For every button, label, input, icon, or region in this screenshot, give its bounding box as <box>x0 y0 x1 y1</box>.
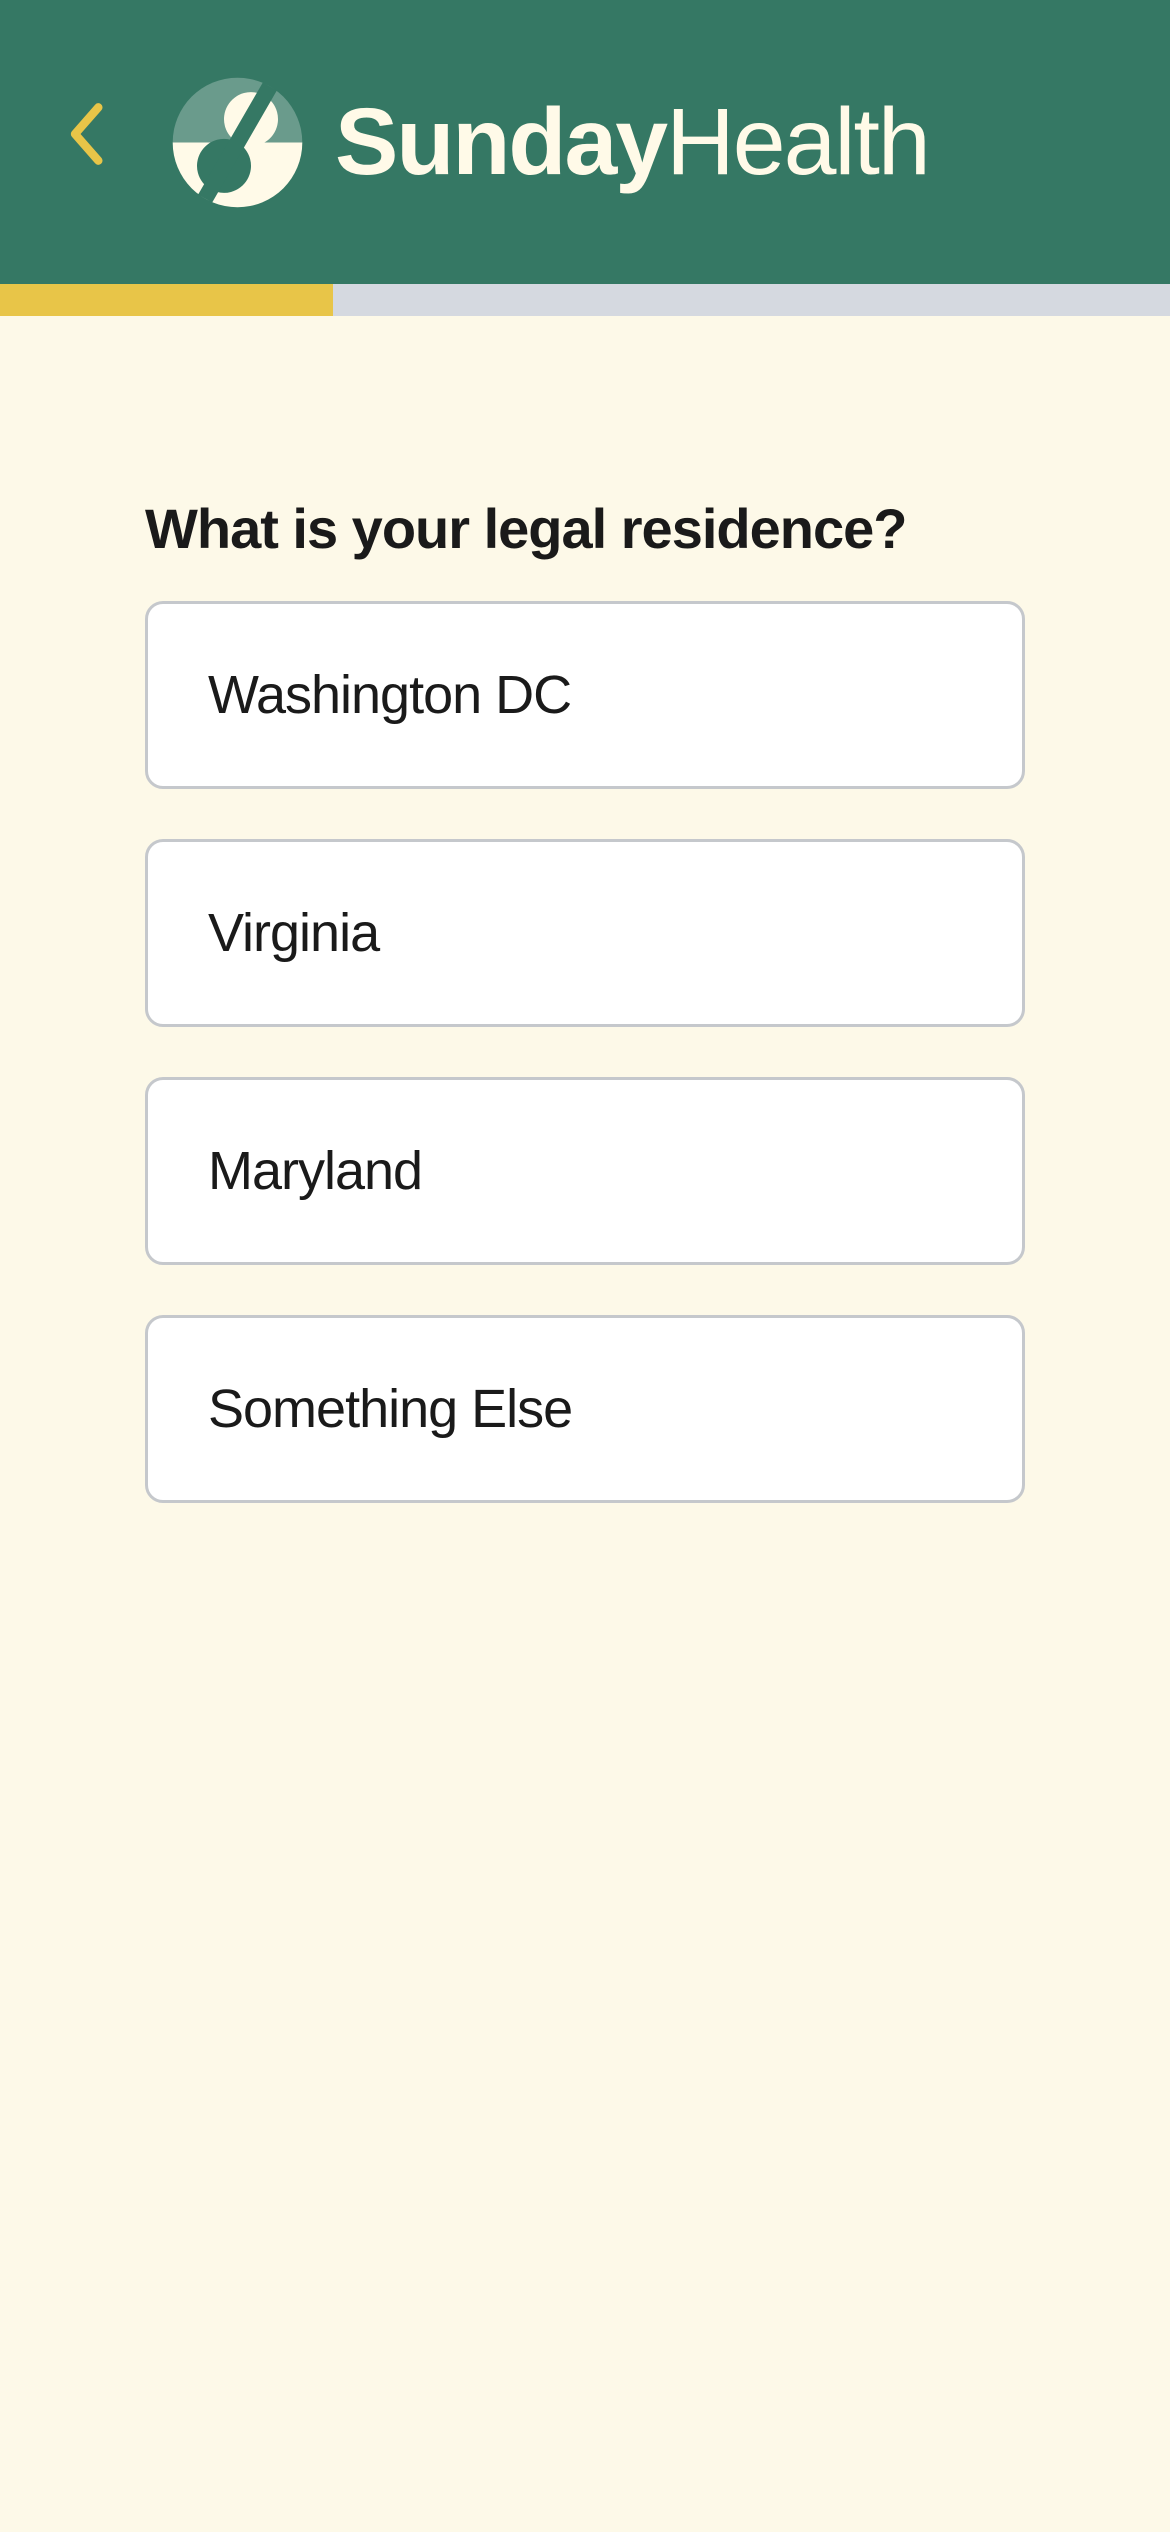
option-label: Virginia <box>208 903 379 963</box>
app-header: SundayHealth <box>0 0 1170 284</box>
option-maryland[interactable]: Maryland <box>145 1077 1025 1265</box>
option-label: Something Else <box>208 1379 572 1439</box>
question-text: What is your legal residence? <box>145 496 1025 561</box>
back-button[interactable] <box>50 92 120 192</box>
option-washington-dc[interactable]: Washington DC <box>145 601 1025 789</box>
progress-bar <box>0 284 1170 316</box>
option-label: Maryland <box>208 1141 422 1201</box>
option-virginia[interactable]: Virginia <box>145 839 1025 1027</box>
brand-name: SundayHealth <box>335 88 929 197</box>
option-label: Washington DC <box>208 665 571 725</box>
option-something-else[interactable]: Something Else <box>145 1315 1025 1503</box>
brand-logo-area: SundayHealth <box>170 75 1120 210</box>
brand-logo-icon <box>170 75 305 210</box>
brand-name-bold: Sunday <box>335 89 666 195</box>
brand-name-regular: Health <box>666 89 929 195</box>
progress-fill <box>0 284 333 316</box>
chevron-left-icon <box>65 96 105 188</box>
main-content: What is your legal residence? Washington… <box>0 316 1170 1503</box>
